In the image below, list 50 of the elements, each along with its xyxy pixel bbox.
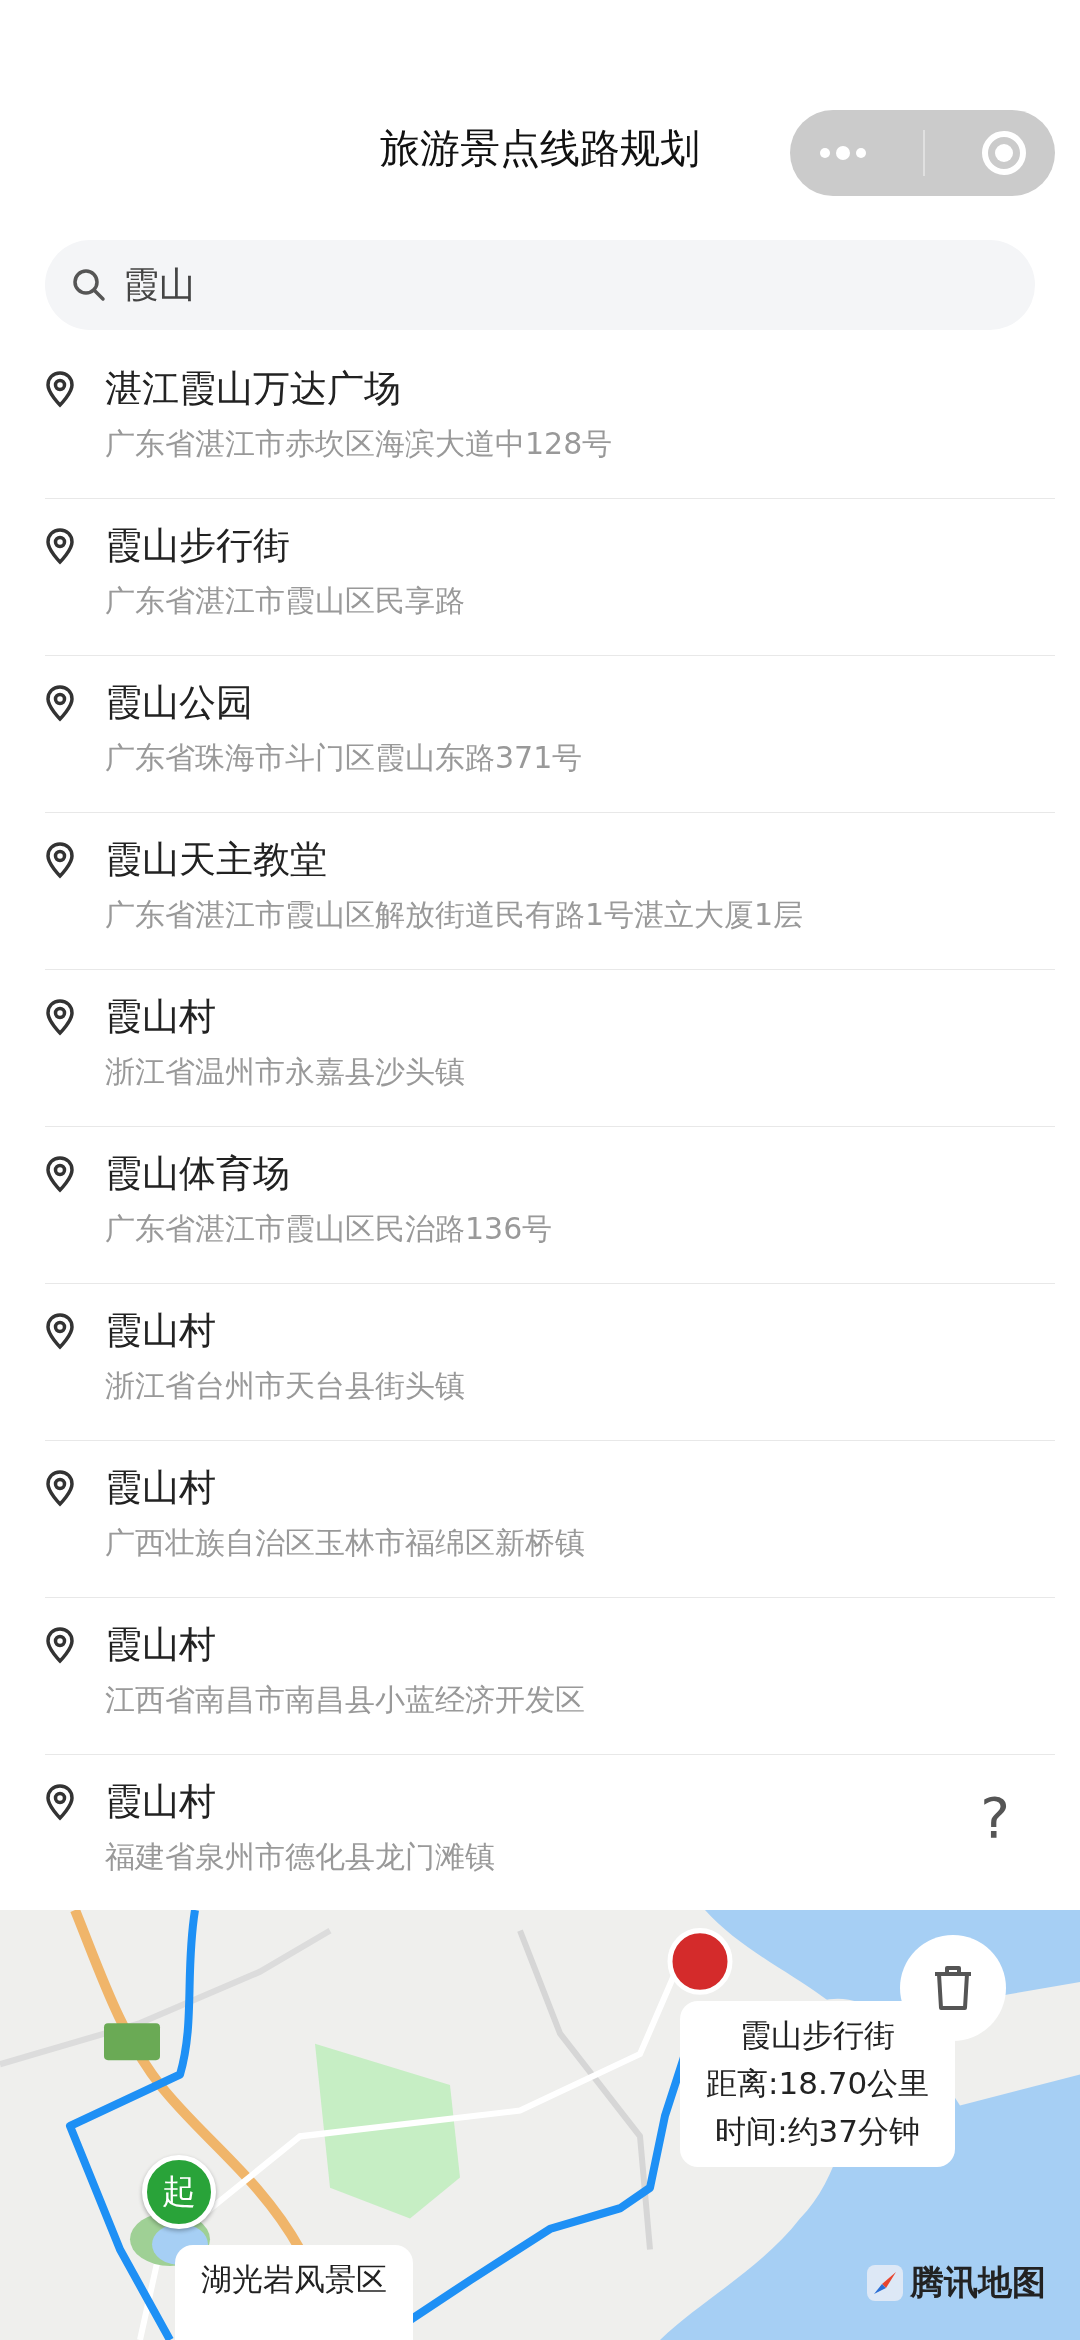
place-address: 广东省湛江市赤坎区海滨大道中128号 (105, 425, 613, 463)
location-pin-icon (45, 1626, 75, 1664)
location-pin-icon (45, 841, 75, 879)
place-name: 霞山村 (105, 994, 217, 1040)
result-item[interactable]: 霞山体育场 广东省湛江市霞山区民治路136号 (45, 1127, 1055, 1284)
result-item[interactable]: 霞山村 江西省南昌市南昌县小蓝经济开发区 (45, 1598, 1055, 1755)
place-address: 广东省湛江市霞山区民享路 (105, 582, 465, 620)
place-name: 湛江霞山万达广场 (105, 366, 402, 412)
result-item[interactable]: 霞山天主教堂 广东省湛江市霞山区解放街道民有路1号湛立大厦1层 (45, 813, 1055, 970)
place-name: 霞山村 (105, 1779, 217, 1825)
location-pin-icon (45, 1783, 75, 1821)
callout-text: 时间:约37分钟 (715, 2112, 921, 2151)
result-item[interactable]: 霞山公园 广东省珠海市斗门区霞山东路371号 (45, 656, 1055, 813)
location-pin-icon (45, 998, 75, 1036)
result-item[interactable]: 湛江霞山万达广场 广东省湛江市赤坎区海滨大道中128号 (45, 342, 1055, 499)
search-field[interactable]: 霞山 (45, 240, 1035, 330)
help-button[interactable]: ? (970, 1785, 1020, 1850)
place-address: 福建省泉州市德化县龙门滩镇 (105, 1838, 495, 1876)
place-name: 霞山公园 (105, 680, 254, 726)
place-name: 霞山村 (105, 1622, 217, 1668)
result-item[interactable]: 霞山村 广西壮族自治区玉林市福绵区新桥镇 (45, 1441, 1055, 1598)
place-address: 广东省珠海市斗门区霞山东路371号 (105, 739, 583, 777)
location-pin-icon (45, 1155, 75, 1193)
place-address: 广东省湛江市霞山区解放街道民有路1号湛立大厦1层 (105, 896, 804, 934)
place-name: 霞山村 (105, 1465, 217, 1511)
place-address: 浙江省温州市永嘉县沙头镇 (105, 1053, 465, 1091)
place-address: 江西省南昌市南昌县小蓝经济开发区 (105, 1681, 585, 1719)
callout-text: 距离:18.70公里 (706, 2064, 930, 2103)
result-item[interactable]: 霞山村 浙江省温州市永嘉县沙头镇 (45, 970, 1055, 1127)
location-pin-icon (45, 1312, 75, 1350)
callout-text: 霞山步行街 (740, 2016, 896, 2055)
place-address: 广东省湛江市霞山区民治路136号 (105, 1210, 553, 1248)
page-title: 旅游景点线路规划 (380, 124, 700, 173)
location-pin-icon (45, 684, 75, 722)
place-address: 广西壮族自治区玉林市福绵区新桥镇 (105, 1524, 585, 1562)
result-item[interactable]: 霞山村 浙江省台州市天台县街头镇 (45, 1284, 1055, 1441)
more-icon[interactable] (817, 145, 868, 161)
place-name: 霞山体育场 (105, 1151, 291, 1197)
compass-logo-icon (866, 2264, 904, 2302)
result-item[interactable]: 霞山步行街 广东省湛江市霞山区民享路 (45, 499, 1055, 656)
location-pin-icon (45, 527, 75, 565)
location-pin-icon (45, 1469, 75, 1507)
place-name: 霞山村 (105, 1308, 217, 1354)
close-icon[interactable] (979, 129, 1028, 177)
logo-text: 腾讯地图 (910, 2261, 1046, 2304)
place-name: 霞山天主教堂 (105, 837, 328, 883)
place-name: 霞山步行街 (105, 523, 291, 569)
place-address: 浙江省台州市天台县街头镇 (105, 1367, 465, 1405)
callout-text: 湖光岩风景区 (201, 2260, 387, 2299)
location-pin-icon (45, 370, 75, 408)
